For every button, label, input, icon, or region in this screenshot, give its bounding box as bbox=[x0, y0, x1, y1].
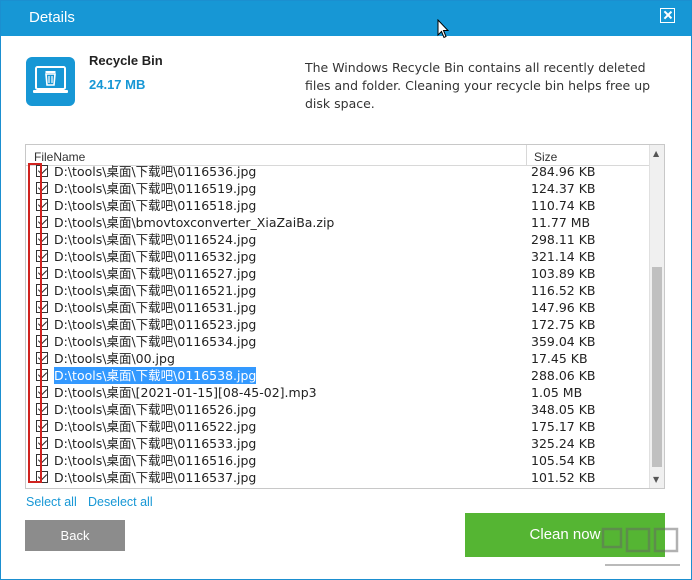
select-all-link[interactable]: Select all bbox=[26, 495, 77, 509]
file-path: D:\tools\桌面\下载吧\0116524.jpg bbox=[54, 232, 257, 247]
file-size: 147.96 KB bbox=[531, 300, 596, 315]
file-path: D:\tools\桌面\下载吧\0116519.jpg bbox=[54, 181, 257, 196]
file-size: 103.89 KB bbox=[531, 266, 596, 281]
details-window: Details Recycle Bin 24.17 MB The Windows… bbox=[0, 0, 692, 580]
table-row[interactable]: D:\tools\桌面\下载吧\0116531.jpg 147.96 KB bbox=[26, 299, 649, 316]
file-path: D:\tools\桌面\bmovtoxconverter_XiaZaiBa.zi… bbox=[54, 215, 335, 230]
mouse-cursor-icon bbox=[437, 19, 449, 39]
table-row[interactable]: D:\tools\桌面\下载吧\0116523.jpg 172.75 KB bbox=[26, 316, 649, 333]
file-size: 348.05 KB bbox=[531, 402, 596, 417]
file-size: 288.06 KB bbox=[531, 368, 596, 383]
table-row[interactable]: D:\tools\桌面\下载吧\0116526.jpg 348.05 KB bbox=[26, 401, 649, 418]
title-bar: Details bbox=[1, 1, 691, 36]
checkbox-highlight-box bbox=[28, 163, 42, 483]
file-path: D:\tools\桌面\下载吧\0116526.jpg bbox=[54, 402, 257, 417]
file-path: D:\tools\桌面\下载吧\0116521.jpg bbox=[54, 283, 257, 298]
column-header-size[interactable]: Size bbox=[534, 150, 557, 164]
column-header-filename[interactable]: FileName bbox=[34, 150, 85, 164]
file-path: D:\tools\桌面\下载吧\0116537.jpg bbox=[54, 470, 257, 485]
scroll-down-icon[interactable]: ▼ bbox=[653, 475, 659, 484]
table-row[interactable]: D:\tools\桌面\下载吧\0116538.jpg 288.06 KB bbox=[26, 367, 649, 384]
file-size: 124.37 KB bbox=[531, 181, 596, 196]
back-button[interactable]: Back bbox=[25, 520, 125, 551]
table-row[interactable]: D:\tools\桌面\下载吧\0116516.jpg 105.54 KB bbox=[26, 452, 649, 469]
table-row[interactable]: D:\tools\桌面\下载吧\0116534.jpg 359.04 KB bbox=[26, 333, 649, 350]
file-path: D:\tools\桌面\下载吧\0116536.jpg bbox=[54, 164, 257, 179]
scroll-up-icon[interactable]: ▲ bbox=[653, 149, 659, 158]
file-size: 17.45 KB bbox=[531, 351, 588, 366]
file-path: D:\tools\桌面\下载吧\0116532.jpg bbox=[54, 249, 257, 264]
table-row[interactable]: D:\tools\桌面\下载吧\0116536.jpg 284.96 KB bbox=[26, 163, 649, 180]
file-path: D:\tools\桌面\下载吧\0116522.jpg bbox=[54, 419, 257, 434]
clean-now-button[interactable]: Clean now bbox=[465, 513, 665, 557]
close-icon[interactable] bbox=[660, 8, 675, 23]
table-row[interactable]: D:\tools\桌面\下载吧\0116522.jpg 175.17 KB bbox=[26, 418, 649, 435]
info-title: Recycle Bin bbox=[89, 53, 163, 68]
table-row[interactable]: D:\tools\桌面\下载吧\0116518.jpg 110.74 KB bbox=[26, 197, 649, 214]
recycle-bin-icon bbox=[26, 57, 75, 106]
file-size: 172.75 KB bbox=[531, 317, 596, 332]
file-path: D:\tools\桌面\下载吧\0116523.jpg bbox=[54, 317, 257, 332]
table-row[interactable]: D:\tools\桌面\下载吧\0116527.jpg 103.89 KB bbox=[26, 265, 649, 282]
table-row[interactable]: D:\tools\桌面\下载吧\0116537.jpg 101.52 KB bbox=[26, 469, 649, 486]
file-path: D:\tools\桌面\下载吧\0116534.jpg bbox=[54, 334, 257, 349]
info-size: 24.17 MB bbox=[89, 77, 146, 92]
file-size: 284.96 KB bbox=[531, 164, 596, 179]
file-size: 105.54 KB bbox=[531, 453, 596, 468]
file-size: 321.14 KB bbox=[531, 249, 596, 264]
file-path: D:\tools\桌面\[2021-01-15][08-45-02].mp3 bbox=[54, 385, 317, 400]
file-size: 325.24 KB bbox=[531, 436, 596, 451]
info-description: The Windows Recycle Bin contains all rec… bbox=[305, 60, 651, 111]
file-size: 116.52 KB bbox=[531, 283, 596, 298]
file-size: 11.77 MB bbox=[531, 215, 591, 230]
file-path: D:\tools\桌面\下载吧\0116531.jpg bbox=[54, 300, 257, 315]
file-size: 298.11 KB bbox=[531, 232, 596, 247]
file-size: 1.05 MB bbox=[531, 385, 583, 400]
file-size: 110.74 KB bbox=[531, 198, 596, 213]
window-title: Details bbox=[29, 9, 75, 26]
file-path: D:\tools\桌面\00.jpg bbox=[54, 351, 175, 366]
table-row[interactable]: D:\tools\桌面\下载吧\0116524.jpg 298.11 KB bbox=[26, 231, 649, 248]
file-path: D:\tools\桌面\下载吧\0116538.jpg bbox=[54, 367, 257, 384]
table-row[interactable]: D:\tools\桌面\[2021-01-15][08-45-02].mp3 1.… bbox=[26, 384, 649, 401]
table-row[interactable]: D:\tools\桌面\下载吧\0116532.jpg 321.14 KB bbox=[26, 248, 649, 265]
table-row[interactable]: D:\tools\桌面\bmovtoxconverter_XiaZaiBa.zi… bbox=[26, 214, 649, 231]
scroll-thumb[interactable] bbox=[652, 267, 662, 467]
table-row[interactable]: D:\tools\桌面\下载吧\0116519.jpg 124.37 KB bbox=[26, 180, 649, 197]
file-list: FileName Size D:\tools\桌面\下载吧\0116536.jp… bbox=[25, 144, 665, 489]
list-rows: D:\tools\桌面\下载吧\0116536.jpg 284.96 KB D:\t… bbox=[26, 163, 649, 488]
deselect-all-link[interactable]: Deselect all bbox=[88, 495, 153, 509]
file-path: D:\tools\桌面\下载吧\0116516.jpg bbox=[54, 453, 257, 468]
table-row[interactable]: D:\tools\桌面\下载吧\0116521.jpg 116.52 KB bbox=[26, 282, 649, 299]
file-size: 175.17 KB bbox=[531, 419, 596, 434]
file-path: D:\tools\桌面\下载吧\0116527.jpg bbox=[54, 266, 257, 281]
file-path: D:\tools\桌面\下载吧\0116533.jpg bbox=[54, 436, 257, 451]
table-row[interactable]: D:\tools\桌面\00.jpg 17.45 KB bbox=[26, 350, 649, 367]
file-size: 359.04 KB bbox=[531, 334, 596, 349]
vertical-scrollbar[interactable]: ▲ ▼ bbox=[649, 145, 664, 488]
file-path: D:\tools\桌面\下载吧\0116518.jpg bbox=[54, 198, 257, 213]
table-row[interactable]: D:\tools\桌面\下载吧\0116533.jpg 325.24 KB bbox=[26, 435, 649, 452]
file-size: 101.52 KB bbox=[531, 470, 596, 485]
